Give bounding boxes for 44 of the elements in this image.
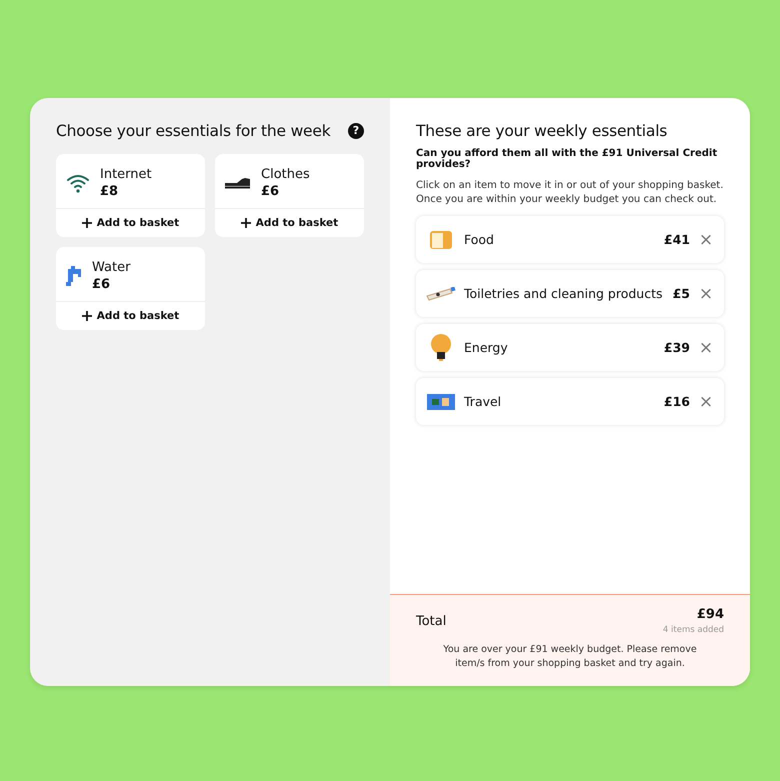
plus-icon [82, 311, 92, 321]
item-price: £41 [664, 232, 690, 247]
item-price: £39 [664, 340, 690, 355]
shoe-icon [225, 177, 251, 189]
item-name: Clothes [261, 167, 310, 182]
item-name: Travel [464, 394, 502, 409]
wifi-icon [66, 173, 90, 193]
item-price: £6 [261, 184, 280, 199]
tube-icon [426, 286, 456, 300]
light-bulb-icon [430, 334, 452, 362]
plus-icon [82, 218, 92, 228]
item-name: Water [92, 260, 130, 275]
items-count: 4 items added [662, 625, 724, 635]
total-label: Total [416, 614, 446, 628]
item-price: £6 [92, 277, 112, 292]
remove-button[interactable]: × [696, 230, 716, 250]
add-to-basket-button[interactable]: Add to basket [215, 208, 364, 237]
remove-button[interactable]: × [696, 392, 716, 412]
section-title: Choose your essentials for the week [56, 122, 330, 140]
question-text: Can you afford them all with the £91 Universal Credit provides? [416, 148, 718, 170]
budget-warning: You are over your £91 weekly budget. Please remove item/s from your shopping basket and try again. [442, 643, 698, 671]
basket-item[interactable]: Toiletries and cleaning products £5 × [416, 270, 724, 317]
item-name: Energy [464, 340, 509, 355]
item-price: £8 [100, 184, 120, 199]
basket-item[interactable]: Food £41 × [416, 216, 724, 263]
item-name: Food [464, 232, 495, 247]
remove-button[interactable]: × [696, 284, 716, 304]
tap-icon [66, 266, 82, 286]
section-title: These are your weekly essentials [416, 122, 668, 140]
ticket-icon [427, 394, 455, 410]
add-to-basket-button[interactable]: Add to basket [56, 208, 205, 237]
item-name: Toiletries and cleaning products [464, 286, 664, 301]
bread-icon [429, 230, 453, 250]
basket-item[interactable]: Energy £39 × [416, 324, 724, 371]
instructions-text: Click on an item to move it in or out of your shopping basket. Once you are within your weekly budget you can check out. [416, 179, 724, 207]
remove-button[interactable]: × [696, 338, 716, 358]
item-price: £5 [672, 286, 690, 301]
plus-icon [240, 218, 251, 228]
basket-item[interactable]: Travel £16 × [416, 378, 724, 425]
help-button[interactable]: ? [348, 123, 364, 139]
item-price: £16 [664, 394, 690, 409]
item-name: Internet [100, 167, 152, 182]
add-to-basket-button[interactable]: Add to basket [56, 301, 205, 330]
total-amount: £94 [696, 607, 724, 622]
